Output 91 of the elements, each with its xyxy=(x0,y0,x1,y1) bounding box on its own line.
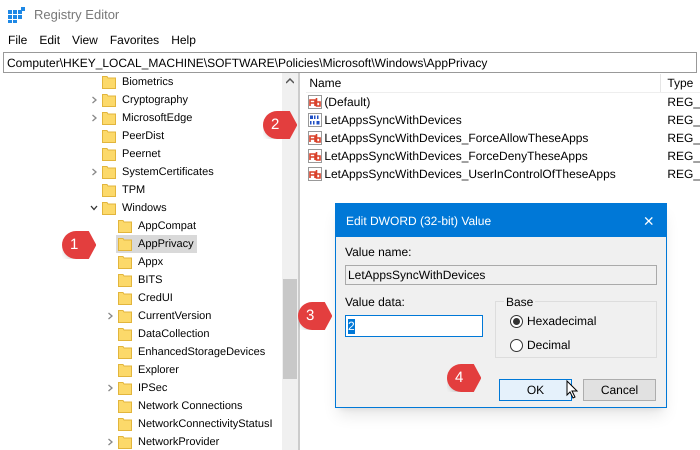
expand-chevron-icon[interactable] xyxy=(106,384,114,392)
close-button[interactable]: × xyxy=(641,212,656,230)
tree-item[interactable]: TPM xyxy=(100,181,148,199)
value-type: REG_ xyxy=(666,148,700,165)
field-label: Value name: xyxy=(345,244,412,261)
radio-label[interactable]: Hexadecimal xyxy=(527,312,596,330)
tree-item[interactable]: NetworkProvider xyxy=(116,433,222,450)
folder-icon xyxy=(118,435,132,449)
value-name: LetAppsSyncWithDevices xyxy=(324,112,462,129)
menu-item[interactable]: File xyxy=(2,31,34,49)
callout-marker: 3 xyxy=(298,302,332,330)
value-name-field[interactable]: LetAppsSyncWithDevices xyxy=(345,265,657,285)
app-icon xyxy=(8,7,26,23)
folder-icon xyxy=(102,129,116,143)
value-data-field[interactable]: 2 xyxy=(345,315,483,337)
folder-icon xyxy=(118,399,132,413)
expand-chevron-icon[interactable] xyxy=(90,168,98,176)
folder-icon xyxy=(118,255,132,269)
menu-item[interactable]: Edit xyxy=(33,31,66,49)
tree-item[interactable]: Biometrics xyxy=(100,73,176,91)
tree-item[interactable]: Appx xyxy=(116,253,166,271)
menu-item[interactable]: Favorites xyxy=(104,31,166,49)
scrollbar-thumb[interactable] xyxy=(283,279,298,379)
expand-chevron-icon[interactable] xyxy=(90,96,98,104)
string-value-icon xyxy=(308,131,322,145)
radio-label[interactable]: Decimal xyxy=(527,336,570,354)
expand-chevron-icon[interactable] xyxy=(106,312,114,320)
folder-icon xyxy=(118,309,132,323)
folder-icon xyxy=(118,345,132,359)
tree-item[interactable]: AppPrivacy xyxy=(116,235,197,253)
value-name: (Default) xyxy=(324,94,370,111)
folder-icon xyxy=(118,417,132,431)
folder-icon xyxy=(102,147,116,161)
folder-icon xyxy=(118,381,132,395)
folder-icon xyxy=(102,165,116,179)
column-header[interactable]: Name xyxy=(306,74,662,92)
scroll-up-icon[interactable] xyxy=(286,78,294,84)
menu-item[interactable]: Help xyxy=(165,31,202,49)
value-type: REG_ xyxy=(666,130,700,147)
scrollbar[interactable] xyxy=(282,73,298,450)
menu-item[interactable]: View xyxy=(66,31,104,49)
folder-icon xyxy=(102,111,116,125)
folder-icon xyxy=(118,291,132,305)
field-label: Value data: xyxy=(345,294,406,311)
folder-icon xyxy=(118,219,132,233)
folder-icon xyxy=(102,183,116,197)
tree-item[interactable]: NetworkConnectivityStatusI xyxy=(116,415,276,433)
value-name: LetAppsSyncWithDevices_UserInControlOfTheseApps xyxy=(324,166,616,183)
tree-item[interactable]: BITS xyxy=(116,271,166,289)
dialog-title: Edit DWORD (32-bit) Value xyxy=(346,212,492,230)
tree-item[interactable]: DataCollection xyxy=(116,325,213,343)
string-value-icon xyxy=(308,149,322,163)
value-name: LetAppsSyncWithDevices_ForceAllowTheseApps xyxy=(324,130,588,147)
window-title: Registry Editor xyxy=(34,6,120,24)
tree-item[interactable]: PeerDist xyxy=(100,127,168,145)
tree-item[interactable]: Cryptography xyxy=(100,91,192,109)
string-value-icon xyxy=(308,167,322,181)
tree-item[interactable]: EnhancedStorageDevices xyxy=(116,343,268,361)
value-type: REG_ xyxy=(666,166,700,183)
tree-item[interactable]: CurrentVersion xyxy=(116,307,214,325)
cancel-button[interactable]: Cancel xyxy=(583,379,656,401)
collapse-chevron-icon[interactable] xyxy=(90,204,98,212)
folder-icon xyxy=(118,327,132,341)
radio-button[interactable] xyxy=(510,338,523,352)
value-name: LetAppsSyncWithDevices_ForceDenyTheseApps xyxy=(324,148,588,165)
folder-icon xyxy=(102,75,116,89)
tree-item[interactable]: Network Connections xyxy=(116,397,246,415)
address-bar[interactable]: Computer\HKEY_LOCAL_MACHINE\SOFTWARE\Policies\Microsoft\Windows\AppPrivacy xyxy=(3,52,697,73)
value-type: REG_ xyxy=(666,94,700,111)
tree-item[interactable]: Explorer xyxy=(116,361,182,379)
binary-value-icon xyxy=(308,113,322,127)
expand-chevron-icon[interactable] xyxy=(90,114,98,122)
radio-button[interactable] xyxy=(510,314,523,328)
value-type: REG_ xyxy=(666,112,700,129)
folder-icon xyxy=(102,201,116,215)
string-value-icon xyxy=(308,95,322,109)
tree-item[interactable]: Windows xyxy=(100,199,170,217)
ok-button[interactable]: OK xyxy=(499,379,572,401)
folder-icon xyxy=(118,273,132,287)
tree-item[interactable]: CredUI xyxy=(116,289,176,307)
folder-icon xyxy=(118,363,132,377)
tree-item[interactable]: AppCompat xyxy=(116,217,200,235)
expand-chevron-icon[interactable] xyxy=(106,438,114,446)
tree-item[interactable]: MicrosoftEdge xyxy=(100,109,196,127)
tree-item[interactable]: IPSec xyxy=(116,379,170,397)
folder-icon xyxy=(118,237,132,251)
mouse-cursor-icon xyxy=(566,380,578,399)
tree-item[interactable]: Peernet xyxy=(100,145,164,163)
folder-icon xyxy=(102,93,116,107)
column-header[interactable]: Type xyxy=(661,74,694,92)
tree-item[interactable]: SystemCertificates xyxy=(100,163,217,181)
